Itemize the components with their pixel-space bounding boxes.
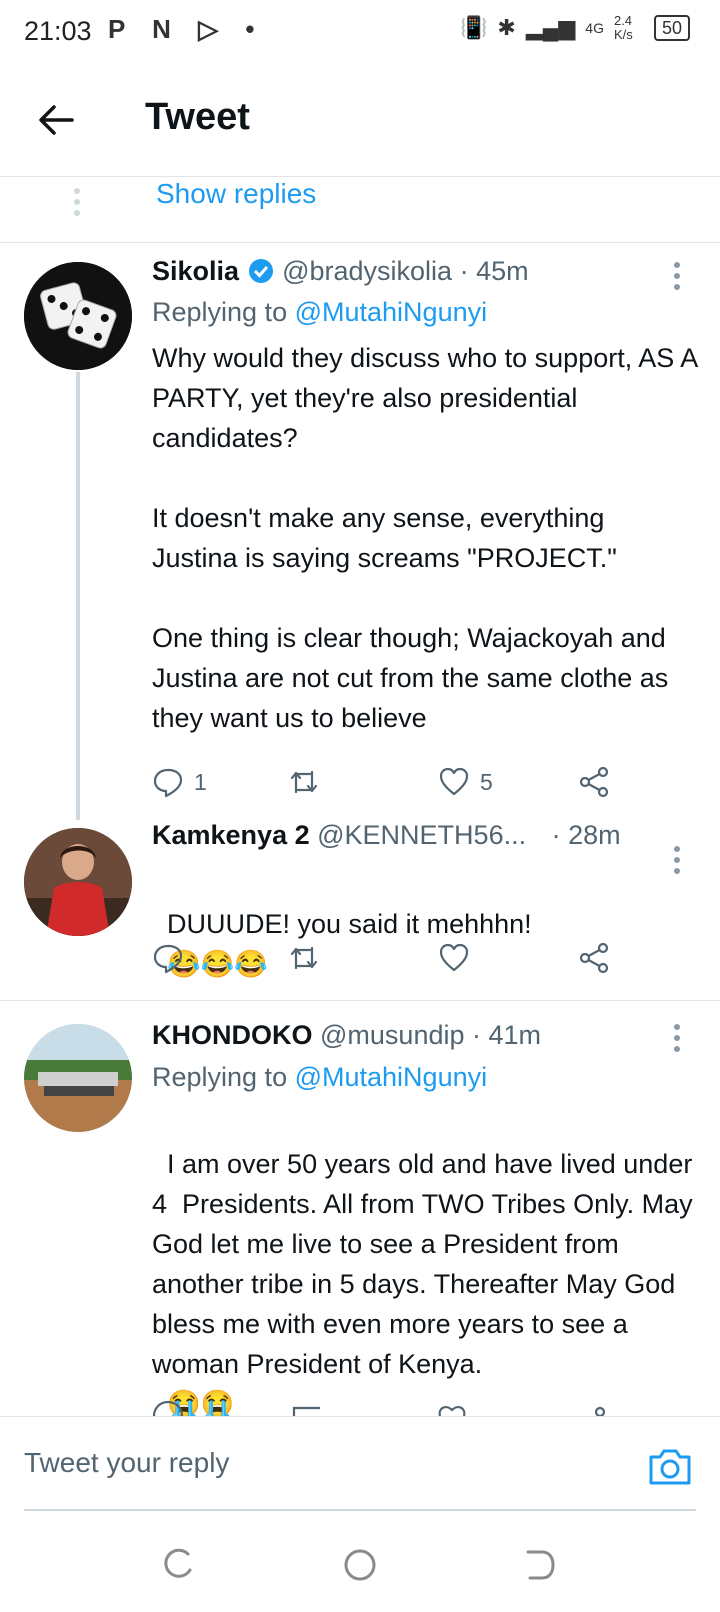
dice-icon [24, 262, 132, 370]
retweet-icon [290, 770, 318, 794]
avatar[interactable] [24, 828, 132, 936]
network-speed: 2.4 K/s [613, 13, 633, 42]
tweet-actions [152, 942, 622, 982]
system-nav-bar [0, 1512, 720, 1612]
camera-icon[interactable] [648, 1447, 692, 1487]
heart-icon [439, 767, 469, 796]
thread-line [76, 372, 80, 820]
tweet-time: · 41m [472, 1020, 542, 1050]
network-type: 4G [585, 20, 604, 36]
display-name[interactable]: Sikolia [152, 256, 239, 286]
reply-icon [153, 944, 183, 974]
top-app-bar: Tweet [0, 66, 720, 177]
display-name[interactable]: KHONDOKO [152, 1020, 313, 1050]
share-icon [579, 942, 609, 974]
retweet-button[interactable] [288, 942, 320, 974]
share-button[interactable] [578, 942, 610, 974]
replying-prefix: Replying to [152, 1062, 288, 1092]
user-handle[interactable]: @musundip [320, 1020, 464, 1050]
tweet-header: Sikolia @bradysikolia · 45m [152, 256, 529, 287]
verified-badge-icon [248, 259, 273, 283]
home-icon[interactable] [343, 1548, 377, 1582]
user-handle[interactable]: @KENNETH56... [317, 820, 526, 850]
signal-icon: ▂▄▆ [525, 15, 576, 40]
display-name[interactable]: Kamkenya 2 [152, 820, 310, 850]
thread-dots-icon [74, 188, 80, 221]
tweet-time: · 45m [459, 256, 529, 286]
user-handle[interactable]: @bradysikolia [282, 256, 452, 286]
reply-composer: Tweet your reply [0, 1416, 720, 1513]
profile-photo [24, 1024, 132, 1132]
tweet-text: I am over 50 years old and have lived un… [152, 1104, 697, 1424]
heart-icon [439, 943, 469, 972]
divider [0, 1000, 720, 1001]
input-underline [24, 1509, 696, 1511]
reply-button[interactable]: 1 [152, 766, 207, 798]
page-title: Tweet [145, 96, 250, 138]
recents-icon[interactable] [162, 1548, 196, 1582]
replying-to: Replying to @MutahiNgunyi [152, 297, 487, 328]
tweet-header: KHONDOKO @musundip · 41m [152, 1020, 541, 1051]
reply-icon [153, 768, 183, 798]
notification-icons: P N ▷ • [108, 14, 265, 44]
show-replies-link[interactable]: Show replies [156, 178, 316, 210]
action-icons-peek [152, 1400, 606, 1416]
retweet-button[interactable] [288, 766, 320, 798]
like-button[interactable] [438, 942, 470, 974]
show-replies-row[interactable]: Show replies [0, 176, 720, 243]
status-right-icons: 📳 ✱ ▂▄▆ 4G 2.4 K/s 50 [460, 14, 690, 42]
back-nav-icon[interactable] [522, 1548, 556, 1582]
status-bar: 21:03 P N ▷ • 📳 ✱ ▂▄▆ 4G 2.4 K/s 50 [0, 0, 720, 66]
reply-count: 1 [194, 768, 207, 795]
tweet-text: Why would they discuss who to support, A… [152, 343, 697, 733]
tweet-header: Kamkenya 2 @KENNETH56... · 28m [152, 820, 621, 851]
more-options-icon[interactable] [674, 1024, 682, 1057]
tweet-time: · 28m [551, 820, 621, 850]
vibrate-icon: 📳 [460, 15, 488, 40]
retweet-icon [290, 946, 318, 970]
mention-link[interactable]: @MutahiNgunyi [295, 297, 488, 327]
reply-input[interactable]: Tweet your reply [24, 1447, 229, 1479]
share-button[interactable] [578, 766, 610, 798]
bluetooth-icon: ✱ [497, 15, 516, 40]
back-arrow-icon[interactable] [36, 100, 76, 140]
status-time: 21:03 [24, 16, 92, 46]
like-count: 5 [480, 768, 493, 795]
share-icon [579, 766, 609, 798]
tweet-actions: 1 5 [152, 766, 622, 806]
tweet-actions-peek [0, 1386, 720, 1416]
more-options-icon[interactable] [674, 262, 682, 295]
replying-prefix: Replying to [152, 297, 288, 327]
like-button[interactable]: 5 [438, 766, 493, 798]
reply-button[interactable] [152, 942, 184, 974]
avatar[interactable] [24, 1024, 132, 1132]
profile-photo [24, 828, 132, 936]
tweet-text-content: I am over 50 years old and have lived un… [152, 1149, 701, 1379]
battery-icon: 50 [653, 15, 690, 41]
tweet-text-content: DUUUDE! you said it mehhhn! [167, 909, 532, 939]
avatar[interactable] [24, 262, 132, 370]
replying-to: Replying to @MutahiNgunyi [152, 1062, 487, 1093]
mention-link[interactable]: @MutahiNgunyi [295, 1062, 488, 1092]
